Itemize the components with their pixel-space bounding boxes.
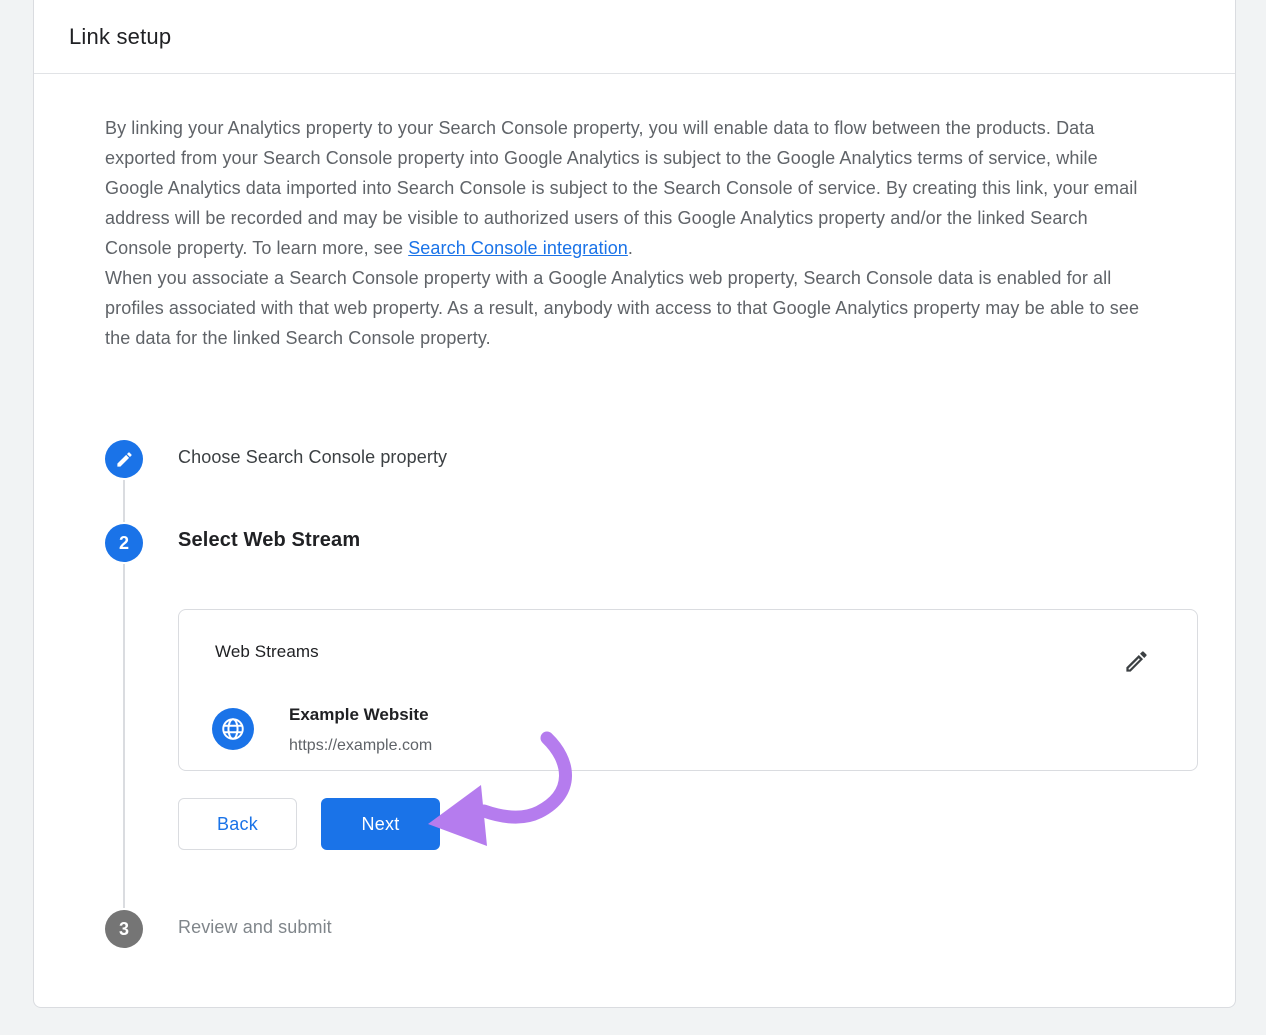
step2-label: Select Web Stream (178, 529, 360, 552)
step-connector-line (123, 480, 125, 522)
web-streams-title: Web Streams (215, 642, 319, 662)
step3-number: 3 (119, 919, 129, 940)
step-connector-line (123, 564, 125, 908)
next-button[interactable]: Next (321, 798, 440, 850)
next-button-label: Next (361, 814, 399, 835)
step1-label: Choose Search Console property (178, 447, 447, 468)
web-stream-name: Example Website (289, 705, 429, 725)
step2-number: 2 (119, 533, 129, 554)
intro-text-paragraph2: When you associate a Search Console prop… (105, 263, 1157, 353)
step2-indicator: 2 (105, 524, 143, 562)
intro-text-part1: By linking your Analytics property to yo… (105, 118, 1137, 258)
back-button[interactable]: Back (178, 798, 297, 850)
search-console-integration-link[interactable]: Search Console integration (408, 238, 628, 258)
pencil-icon (115, 450, 134, 469)
link-setup-panel: Link setup By linking your Analytics pro… (33, 0, 1236, 1008)
edit-pencil-icon[interactable] (1123, 648, 1151, 676)
step3-indicator: 3 (105, 910, 143, 948)
intro-text-part2: . (628, 238, 633, 258)
intro-text: By linking your Analytics property to yo… (105, 113, 1157, 353)
back-button-label: Back (217, 814, 258, 835)
globe-icon (212, 708, 254, 750)
panel-header: Link setup (34, 0, 1235, 74)
page-title: Link setup (69, 24, 171, 50)
step3-label: Review and submit (178, 917, 332, 938)
page-background: Link setup By linking your Analytics pro… (0, 0, 1266, 1035)
web-stream-url: https://example.com (289, 737, 432, 755)
web-streams-card: Web Streams Example Website https://exam… (178, 609, 1198, 771)
step1-indicator[interactable] (105, 440, 143, 478)
